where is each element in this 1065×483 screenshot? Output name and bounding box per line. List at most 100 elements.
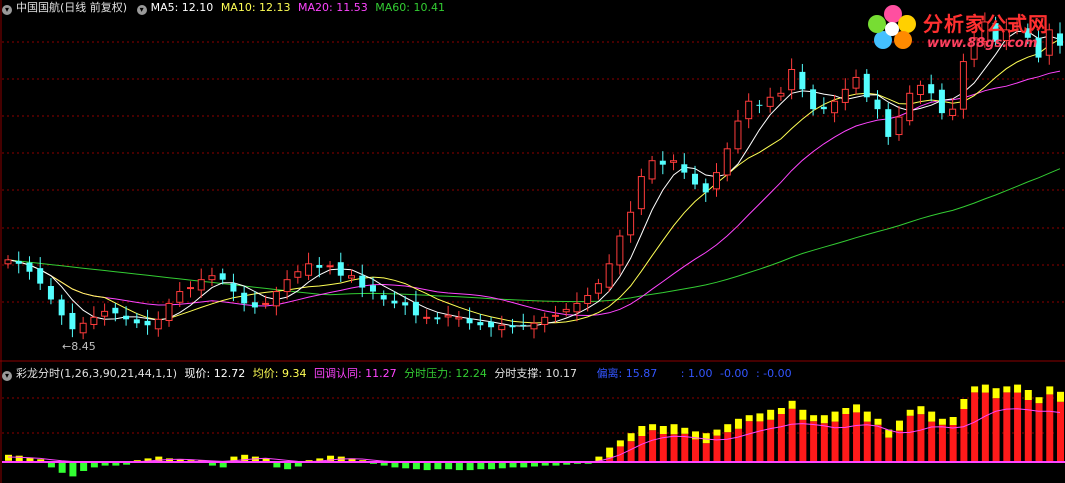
candle-up [637, 176, 645, 210]
candle-up [305, 263, 313, 276]
candle-up [573, 302, 581, 313]
candle-down [412, 301, 419, 316]
candle-up [766, 96, 774, 107]
candle-down [133, 319, 140, 324]
candle-up [455, 316, 463, 320]
indicator-bar-red [756, 421, 764, 462]
indicator-bar-yellow [992, 388, 1000, 399]
candle-down [659, 160, 666, 165]
indicator-bar-yellow [906, 409, 914, 416]
candle-down [681, 164, 688, 173]
indicator-bar-red [960, 409, 968, 462]
settings-circle-icon[interactable]: ▾ [136, 5, 147, 15]
main-chart-header: ▾ 中国国航(日线 前复权) ▾ MA5: 12.10 MA10: 12.13 MA… [2, 0, 449, 16]
candlestick-chart[interactable] [0, 0, 1065, 483]
indicator-bar-red [820, 423, 828, 462]
candle-up [294, 271, 302, 278]
indicator-bar-red [692, 439, 700, 462]
indicator-bar-red [702, 443, 710, 462]
indicator-bar-yellow [606, 447, 614, 458]
ma5-line [7, 30, 1061, 327]
candle-down [874, 99, 881, 110]
indicator-bar-green [69, 462, 77, 477]
candle-down [692, 173, 699, 185]
candle-up [906, 92, 914, 122]
candle-up [262, 302, 270, 305]
indicator-bar-yellow [788, 400, 796, 409]
v1-value: : 1.00 [680, 367, 713, 380]
indicator-bar-yellow [767, 409, 775, 420]
indicator-header: ▾ 彩龙分时(1,26,3,90,21,44,1,1) 现价: 12.72 均价:… [2, 366, 796, 382]
candle-up [841, 88, 849, 103]
indicator-bar-yellow [949, 417, 957, 425]
candle-down [47, 286, 54, 300]
indicator-bar-yellow [928, 411, 936, 422]
low-price-marker: ←8.45 [62, 340, 96, 353]
candle-down [756, 104, 763, 106]
chevron-down-icon[interactable]: ▾ [2, 5, 12, 15]
candle-down [702, 183, 709, 193]
candle-down [509, 325, 516, 328]
candle-down [810, 89, 817, 110]
ma60-label: MA60: 10.41 [375, 1, 445, 14]
indicator-bar-red [681, 433, 689, 462]
candle-down [26, 262, 33, 272]
indicator-bar-red [895, 430, 903, 462]
indicator-bar-red [1014, 392, 1022, 462]
indicator-bar-green [466, 462, 474, 471]
candle-down [477, 322, 484, 326]
indicator-bar-yellow [638, 426, 646, 436]
indicator-bar-red [788, 408, 796, 462]
candle-down [144, 320, 151, 326]
candle-up [541, 316, 549, 325]
logo-url: www.88gs.com [927, 36, 1038, 51]
candle-down [863, 73, 870, 98]
candle-up [734, 120, 742, 150]
chevron-down-icon[interactable]: ▾ [2, 371, 12, 381]
indicator-bar-yellow [799, 409, 807, 420]
indicator-bar-red [1035, 403, 1043, 462]
candle-up [594, 283, 602, 294]
candle-down [219, 273, 226, 280]
indicator-bar-red [767, 419, 775, 462]
candle-up [648, 160, 656, 180]
indicator-bar-red [863, 421, 871, 462]
indicator-bar-red [799, 419, 807, 462]
stock-chart-window[interactable]: ▾ 中国国航(日线 前复权) ▾ MA5: 12.10 MA10: 12.13 MA… [0, 0, 1065, 483]
ma10-line [7, 38, 1061, 324]
indicator-bar-red [1003, 392, 1011, 462]
deviation-value: 偏离: 15.87 [596, 367, 658, 380]
indicator-bar-red [949, 425, 957, 462]
indicator-bar-red [885, 437, 893, 462]
candle-up [616, 235, 624, 266]
stock-title: 中国国航(日线 前复权) [16, 1, 128, 14]
support-value: 分时支撑: 10.17 [494, 367, 578, 380]
indicator-bar-yellow [820, 415, 828, 424]
indicator-bar-yellow [681, 427, 689, 434]
indicator-bar-red [1046, 394, 1054, 462]
indicator-bar-yellow [5, 454, 12, 461]
candle-down [69, 312, 76, 330]
candle-down [928, 84, 935, 94]
indicator-bar-red [810, 421, 818, 462]
indicator-bar-yellow [895, 420, 903, 431]
indicator-bar-red [906, 415, 914, 462]
candle-up [197, 279, 205, 291]
indicator-bar-yellow [670, 424, 678, 435]
candle-up [670, 160, 678, 163]
indicator-bar-green [445, 462, 453, 470]
indicator-bar-green [477, 462, 485, 470]
pullback-value: 回调认同: 11.27 [313, 367, 397, 380]
indicator-bar-green [455, 462, 463, 471]
candle-down [820, 106, 827, 110]
candle-up [745, 100, 753, 120]
candle-down [434, 317, 441, 320]
candle-up [959, 61, 967, 110]
candle-down [15, 261, 22, 264]
indicator-bar-yellow [745, 415, 753, 422]
indicator-bar-red [649, 430, 657, 462]
indicator-bar-red [670, 434, 678, 462]
candle-down [380, 295, 387, 300]
indicator-bar-yellow [734, 418, 742, 429]
indicator-bar-red [734, 428, 742, 462]
